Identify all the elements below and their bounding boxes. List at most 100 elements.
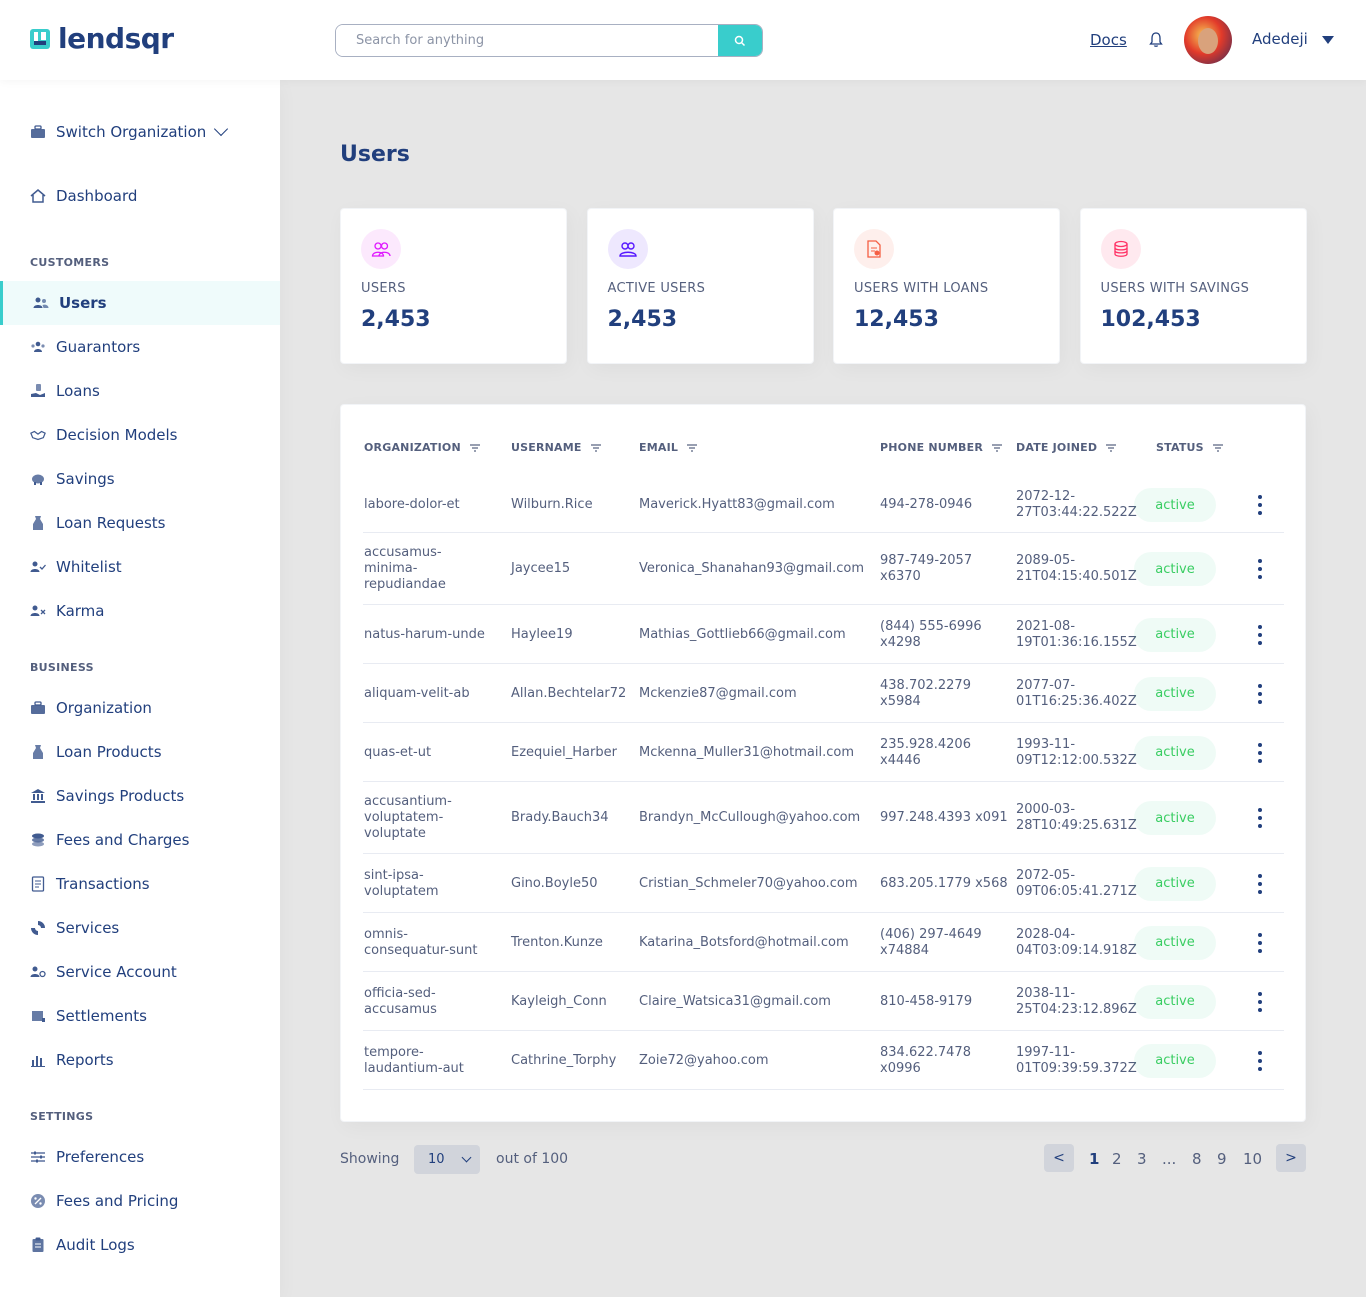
table-row[interactable]: sint-ipsa-voluptatem Gino.Boyle50 Cristian… [363, 854, 1284, 913]
user-gear-icon [30, 964, 46, 980]
sidebar-item-loans[interactable]: Loans [0, 369, 280, 413]
sidebar-item-fees-and-charges[interactable]: Fees and Charges [0, 818, 280, 862]
table-row[interactable]: omnis-consequatur-sunt Trenton.Kunze Katar… [363, 913, 1284, 972]
user-x-icon [30, 603, 46, 619]
search-input[interactable] [336, 25, 718, 56]
cell-phone-line: (844) 555-6996 [880, 618, 982, 634]
column-header-date-joined[interactable]: DATE JOINED [1016, 441, 1117, 454]
column-header-username[interactable]: USERNAME [511, 441, 602, 454]
row-actions-icon[interactable] [1254, 559, 1266, 579]
sidebar-item-transactions[interactable]: Transactions [0, 862, 280, 906]
cell-username: Jaycee15 [511, 561, 571, 576]
column-header-phone-number[interactable]: PHONE NUMBER [880, 441, 1003, 454]
next-page-button[interactable]: > [1276, 1144, 1306, 1172]
page-number[interactable]: 3 [1137, 1150, 1147, 1168]
sidebar-item-audit-logs[interactable]: Audit Logs [0, 1223, 280, 1267]
row-actions-icon[interactable] [1254, 808, 1266, 828]
cell-date-joined-line: 2021-08- [1016, 618, 1076, 634]
bell-icon[interactable] [1148, 31, 1164, 49]
sidebar-item-loan-products[interactable]: Loan Products [0, 730, 280, 774]
sidebar-item-loan-requests[interactable]: Loan Requests [0, 501, 280, 545]
row-actions-icon[interactable] [1254, 683, 1266, 704]
home-icon [30, 188, 46, 204]
per-page-select[interactable]: 10 [414, 1145, 480, 1174]
cell-phone-line: 683.205.1779 x568 [880, 875, 1008, 891]
sidebar-item-service-account[interactable]: Service Account [0, 950, 280, 994]
table-row[interactable]: accusantium-voluptatem-voluptate Brady.Ba… [363, 782, 1284, 854]
sidebar-item-settlements[interactable]: Settlements [0, 994, 280, 1038]
user-name[interactable]: Adedeji [1252, 30, 1308, 48]
logo[interactable]: lendsqr [30, 24, 174, 54]
sidebar-item-label: Savings [56, 470, 115, 488]
sidebar-item-services[interactable]: Services [0, 906, 280, 950]
sidebar-item-savings[interactable]: Savings [0, 457, 280, 501]
card-label: USERS [361, 281, 406, 296]
sidebar-item-preferences[interactable]: Preferences [0, 1135, 280, 1179]
switch-organization[interactable]: Switch Organization [0, 110, 280, 154]
filter-icon[interactable] [686, 443, 698, 453]
table-row[interactable]: aliquam-velit-ab Allan.Bechtelar72 Mckenzi… [363, 664, 1284, 723]
sidebar-item-users[interactable]: Users [0, 281, 280, 325]
sidebar-item-karma[interactable]: Karma [0, 589, 280, 633]
status-badge: active [1134, 984, 1216, 1019]
cell-phone: (406) 297-4649 x74884 [880, 927, 982, 959]
docs-link[interactable]: Docs [1090, 31, 1127, 49]
sidebar-item-savings-products[interactable]: Savings Products [0, 774, 280, 818]
sidebar-item-fees-and-pricing[interactable]: Fees and Pricing [0, 1179, 280, 1223]
cell-phone-line: x0996 [880, 1060, 921, 1076]
row-actions-icon[interactable] [1254, 932, 1266, 953]
section-business: BUSINESS [30, 661, 94, 674]
cell-date-joined-line: 2072-12- [1016, 489, 1076, 504]
column-header-organization[interactable]: ORGANIZATION [364, 441, 481, 454]
avatar[interactable] [1184, 16, 1232, 64]
cell-organization-line: accusamus- [364, 545, 442, 560]
page-number[interactable]: 2 [1112, 1150, 1122, 1168]
sidebar-item-whitelist[interactable]: Whitelist [0, 545, 280, 589]
page-number[interactable]: 9 [1217, 1150, 1227, 1168]
sidebar-item-reports[interactable]: Reports [0, 1038, 280, 1082]
row-actions-icon[interactable] [1254, 991, 1266, 1012]
table-row[interactable]: accusamus-minima-repudiandae Jaycee15 Vero… [363, 533, 1284, 605]
loan-products-icon [30, 744, 46, 760]
filter-icon[interactable] [1212, 443, 1224, 453]
cell-organization-line: laudantium-aut [364, 1060, 464, 1076]
sliders-icon [30, 1149, 46, 1165]
cell-username: Gino.Boyle50 [511, 875, 598, 891]
sidebar-item-label: Reports [56, 1051, 114, 1069]
switch-organization-label: Switch Organization [56, 123, 207, 141]
cell-date-joined-line: 2000-03- [1016, 802, 1076, 817]
prev-page-button[interactable]: < [1044, 1144, 1074, 1172]
row-actions-icon[interactable] [1254, 495, 1266, 515]
row-actions-icon[interactable] [1254, 624, 1266, 645]
filter-icon[interactable] [469, 443, 481, 453]
user-menu-caret-icon[interactable] [1322, 36, 1334, 44]
row-actions-icon[interactable] [1254, 1050, 1266, 1071]
search-button[interactable] [718, 25, 762, 56]
table-row[interactable]: tempore-laudantium-aut Cathrine_Torphy Zoi… [363, 1031, 1284, 1090]
page-number[interactable]: 1 [1089, 1150, 1099, 1168]
table-row[interactable]: labore-dolor-et Wilburn.Rice Maverick.Hyat… [363, 477, 1284, 533]
table-row[interactable]: quas-et-ut Ezequiel_Harber Mckenna_Muller3… [363, 723, 1284, 782]
filter-icon[interactable] [1105, 443, 1117, 453]
table-row[interactable]: officia-sed-accusamus Kayleigh_Conn Claire… [363, 972, 1284, 1031]
cell-phone-line: 987-749-2057 [880, 553, 973, 568]
card-value: 2,453 [607, 307, 678, 332]
row-actions-icon[interactable] [1254, 742, 1266, 763]
filter-icon[interactable] [991, 443, 1003, 453]
cell-organization: quas-et-ut [364, 745, 431, 761]
cell-phone-line: x4298 [880, 634, 921, 650]
sidebar-item-dashboard[interactable]: Dashboard [0, 174, 280, 218]
sidebar-item-decision-models[interactable]: Decision Models [0, 413, 280, 457]
filter-icon[interactable] [590, 443, 602, 453]
column-header-email[interactable]: EMAIL [639, 441, 698, 454]
page-number[interactable]: 10 [1243, 1150, 1262, 1168]
cell-organization-line: voluptate [364, 826, 426, 841]
row-actions-icon[interactable] [1254, 873, 1266, 894]
table-row[interactable]: natus-harum-unde Haylee19 Mathias_Gottlieb… [363, 605, 1284, 664]
sidebar-item-organization[interactable]: Organization [0, 686, 280, 730]
sidebar-item-guarantors[interactable]: Guarantors [0, 325, 280, 369]
cell-organization-line: labore-dolor-et [364, 497, 460, 512]
page-number[interactable]: 8 [1192, 1150, 1202, 1168]
sidebar-item-label: Users [59, 294, 107, 312]
column-header-status[interactable]: STATUS [1156, 441, 1224, 454]
